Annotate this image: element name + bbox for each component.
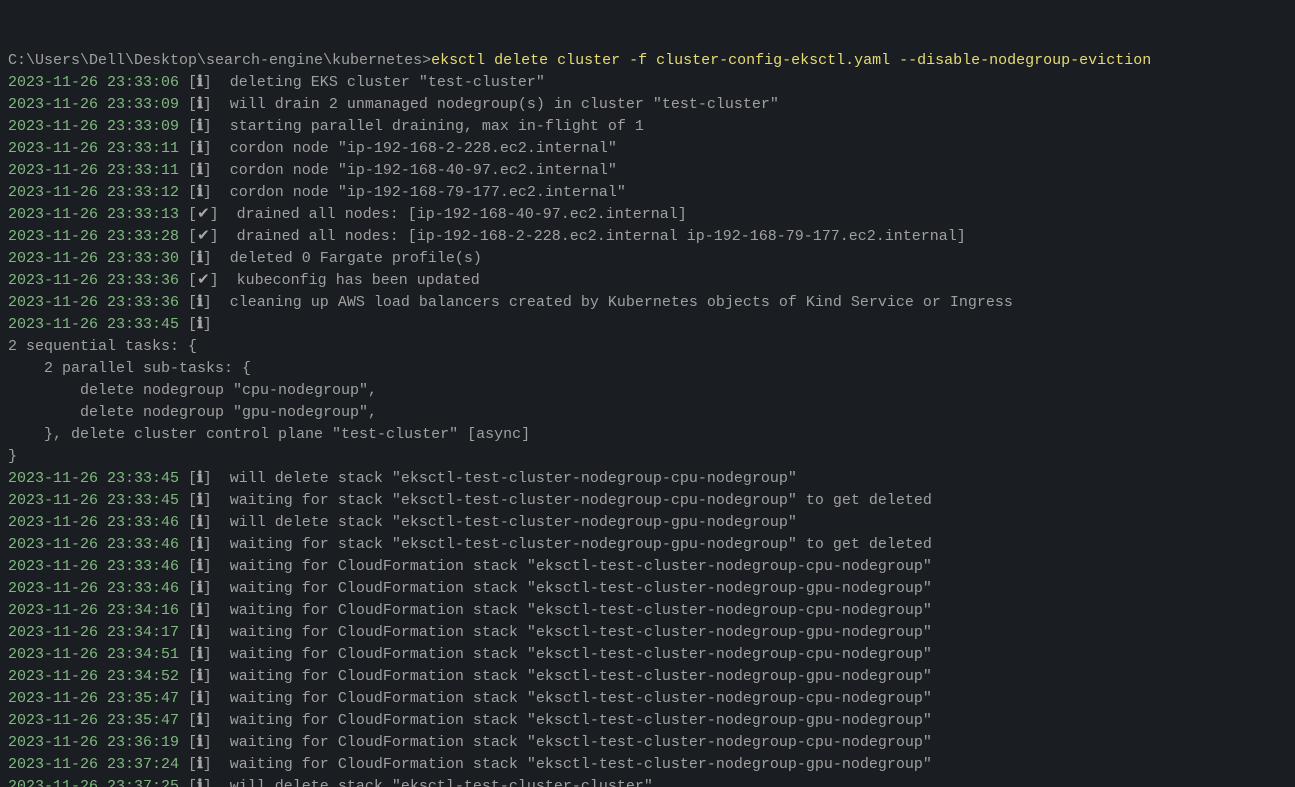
log-line: 2023-11-26 23:34:17 [ℹ] waiting for Clou… bbox=[8, 622, 1287, 644]
log-timestamp: 2023-11-26 23:33:06 bbox=[8, 74, 179, 91]
log-timestamp: 2023-11-26 23:33:45 bbox=[8, 470, 179, 487]
log-message: waiting for CloudFormation stack "eksctl… bbox=[230, 734, 932, 751]
log-timestamp: 2023-11-26 23:33:36 bbox=[8, 294, 179, 311]
log-timestamp: 2023-11-26 23:34:16 bbox=[8, 602, 179, 619]
log-line: 2023-11-26 23:34:16 [ℹ] waiting for Clou… bbox=[8, 600, 1287, 622]
log-line: 2023-11-26 23:37:24 [ℹ] waiting for Clou… bbox=[8, 754, 1287, 776]
log-line: 2023-11-26 23:34:52 [ℹ] waiting for Clou… bbox=[8, 666, 1287, 688]
log-message: waiting for CloudFormation stack "eksctl… bbox=[230, 690, 932, 707]
log-message: drained all nodes: [ip-192-168-40-97.ec2… bbox=[237, 206, 687, 223]
log-timestamp: 2023-11-26 23:35:47 bbox=[8, 690, 179, 707]
log-message: waiting for CloudFormation stack "eksctl… bbox=[230, 602, 932, 619]
log-timestamp: 2023-11-26 23:33:36 bbox=[8, 272, 179, 289]
log-message: will delete stack "eksctl-test-cluster-n… bbox=[230, 514, 797, 531]
log-line: 2023-11-26 23:33:46 [ℹ] waiting for Clou… bbox=[8, 556, 1287, 578]
log-line: 2023-11-26 23:33:09 [ℹ] starting paralle… bbox=[8, 116, 1287, 138]
log-timestamp: 2023-11-26 23:33:12 bbox=[8, 184, 179, 201]
log-timestamp: 2023-11-26 23:33:46 bbox=[8, 558, 179, 575]
log-line: 2023-11-26 23:33:11 [ℹ] cordon node "ip-… bbox=[8, 138, 1287, 160]
log-line: 2023-11-26 23:33:28 [✔] drained all node… bbox=[8, 226, 1287, 248]
log-timestamp: 2023-11-26 23:33:45 bbox=[8, 316, 179, 333]
log-block: 2023-11-26 23:33:45 [ℹ] will delete stac… bbox=[8, 468, 1287, 787]
log-line: 2023-11-26 23:34:51 [ℹ] waiting for Clou… bbox=[8, 644, 1287, 666]
log-line: 2023-11-26 23:33:36 [✔] kubeconfig has b… bbox=[8, 270, 1287, 292]
log-timestamp: 2023-11-26 23:33:13 bbox=[8, 206, 179, 223]
log-line: 2023-11-26 23:33:09 [ℹ] will drain 2 unm… bbox=[8, 94, 1287, 116]
log-message: will delete stack "eksctl-test-cluster-c… bbox=[230, 778, 653, 787]
log-message: waiting for CloudFormation stack "eksctl… bbox=[230, 624, 932, 641]
log-message: waiting for CloudFormation stack "eksctl… bbox=[230, 646, 932, 663]
task-line: } bbox=[8, 446, 1287, 468]
log-line: 2023-11-26 23:35:47 [ℹ] waiting for Clou… bbox=[8, 688, 1287, 710]
log-line: 2023-11-26 23:33:11 [ℹ] cordon node "ip-… bbox=[8, 160, 1287, 182]
task-line: }, delete cluster control plane "test-cl… bbox=[8, 424, 1287, 446]
log-message: cordon node "ip-192-168-40-97.ec2.intern… bbox=[230, 162, 617, 179]
log-line: 2023-11-26 23:35:47 [ℹ] waiting for Clou… bbox=[8, 710, 1287, 732]
task-line: delete nodegroup "gpu-nodegroup", bbox=[8, 402, 1287, 424]
log-line: 2023-11-26 23:33:46 [ℹ] waiting for stac… bbox=[8, 534, 1287, 556]
log-message: drained all nodes: [ip-192-168-2-228.ec2… bbox=[237, 228, 966, 245]
task-line: delete nodegroup "cpu-nodegroup", bbox=[8, 380, 1287, 402]
log-timestamp: 2023-11-26 23:33:46 bbox=[8, 514, 179, 531]
log-timestamp: 2023-11-26 23:36:19 bbox=[8, 734, 179, 751]
log-message: waiting for CloudFormation stack "eksctl… bbox=[230, 580, 932, 597]
log-message: deleting EKS cluster "test-cluster" bbox=[230, 74, 545, 91]
log-timestamp: 2023-11-26 23:37:25 bbox=[8, 778, 179, 787]
log-message: kubeconfig has been updated bbox=[237, 272, 480, 289]
log-line: 2023-11-26 23:37:25 [ℹ] will delete stac… bbox=[8, 776, 1287, 787]
log-line: 2023-11-26 23:33:46 [ℹ] will delete stac… bbox=[8, 512, 1287, 534]
log-timestamp: 2023-11-26 23:33:46 bbox=[8, 580, 179, 597]
log-line: 2023-11-26 23:36:19 [ℹ] waiting for Clou… bbox=[8, 732, 1287, 754]
log-timestamp: 2023-11-26 23:33:45 bbox=[8, 492, 179, 509]
task-line: 2 parallel sub-tasks: { bbox=[8, 358, 1287, 380]
prompt-path: C:\Users\Dell\Desktop\search-engine\kube… bbox=[8, 52, 431, 69]
log-timestamp: 2023-11-26 23:33:28 bbox=[8, 228, 179, 245]
log-timestamp: 2023-11-26 23:35:47 bbox=[8, 712, 179, 729]
log-line: 2023-11-26 23:33:45 [ℹ] waiting for stac… bbox=[8, 490, 1287, 512]
log-message: cordon node "ip-192-168-79-177.ec2.inter… bbox=[230, 184, 626, 201]
terminal-window[interactable]: C:\Users\Dell\Desktop\search-engine\kube… bbox=[0, 0, 1295, 787]
log-message: will delete stack "eksctl-test-cluster-n… bbox=[230, 470, 797, 487]
log-message: will drain 2 unmanaged nodegroup(s) in c… bbox=[230, 96, 779, 113]
log-message: waiting for CloudFormation stack "eksctl… bbox=[230, 756, 932, 773]
log-block: 2023-11-26 23:33:06 [ℹ] deleting EKS clu… bbox=[8, 72, 1287, 336]
log-line: 2023-11-26 23:33:46 [ℹ] waiting for Clou… bbox=[8, 578, 1287, 600]
log-timestamp: 2023-11-26 23:34:51 bbox=[8, 646, 179, 663]
command-text: eksctl delete cluster -f cluster-config-… bbox=[431, 52, 1151, 69]
log-message: waiting for stack "eksctl-test-cluster-n… bbox=[230, 492, 932, 509]
log-line: 2023-11-26 23:33:45 [ℹ] bbox=[8, 314, 1287, 336]
log-message: waiting for CloudFormation stack "eksctl… bbox=[230, 712, 932, 729]
log-line: 2023-11-26 23:33:13 [✔] drained all node… bbox=[8, 204, 1287, 226]
log-timestamp: 2023-11-26 23:33:09 bbox=[8, 96, 179, 113]
prompt-line: C:\Users\Dell\Desktop\search-engine\kube… bbox=[8, 50, 1287, 72]
log-line: 2023-11-26 23:33:30 [ℹ] deleted 0 Fargat… bbox=[8, 248, 1287, 270]
log-line: 2023-11-26 23:33:45 [ℹ] will delete stac… bbox=[8, 468, 1287, 490]
log-message: deleted 0 Fargate profile(s) bbox=[230, 250, 482, 267]
log-timestamp: 2023-11-26 23:33:11 bbox=[8, 140, 179, 157]
log-message: cleaning up AWS load balancers created b… bbox=[230, 294, 1013, 311]
task-description-block: 2 sequential tasks: { 2 parallel sub-tas… bbox=[8, 336, 1287, 468]
log-message: waiting for stack "eksctl-test-cluster-n… bbox=[230, 536, 932, 553]
task-line: 2 sequential tasks: { bbox=[8, 336, 1287, 358]
log-line: 2023-11-26 23:33:12 [ℹ] cordon node "ip-… bbox=[8, 182, 1287, 204]
log-line: 2023-11-26 23:33:06 [ℹ] deleting EKS clu… bbox=[8, 72, 1287, 94]
log-message: cordon node "ip-192-168-2-228.ec2.intern… bbox=[230, 140, 617, 157]
log-message: waiting for CloudFormation stack "eksctl… bbox=[230, 558, 932, 575]
log-message: waiting for CloudFormation stack "eksctl… bbox=[230, 668, 932, 685]
log-timestamp: 2023-11-26 23:33:30 bbox=[8, 250, 179, 267]
log-timestamp: 2023-11-26 23:34:17 bbox=[8, 624, 179, 641]
log-timestamp: 2023-11-26 23:33:46 bbox=[8, 536, 179, 553]
log-timestamp: 2023-11-26 23:37:24 bbox=[8, 756, 179, 773]
log-line: 2023-11-26 23:33:36 [ℹ] cleaning up AWS … bbox=[8, 292, 1287, 314]
log-timestamp: 2023-11-26 23:34:52 bbox=[8, 668, 179, 685]
log-message: starting parallel draining, max in-fligh… bbox=[230, 118, 644, 135]
log-timestamp: 2023-11-26 23:33:09 bbox=[8, 118, 179, 135]
log-timestamp: 2023-11-26 23:33:11 bbox=[8, 162, 179, 179]
